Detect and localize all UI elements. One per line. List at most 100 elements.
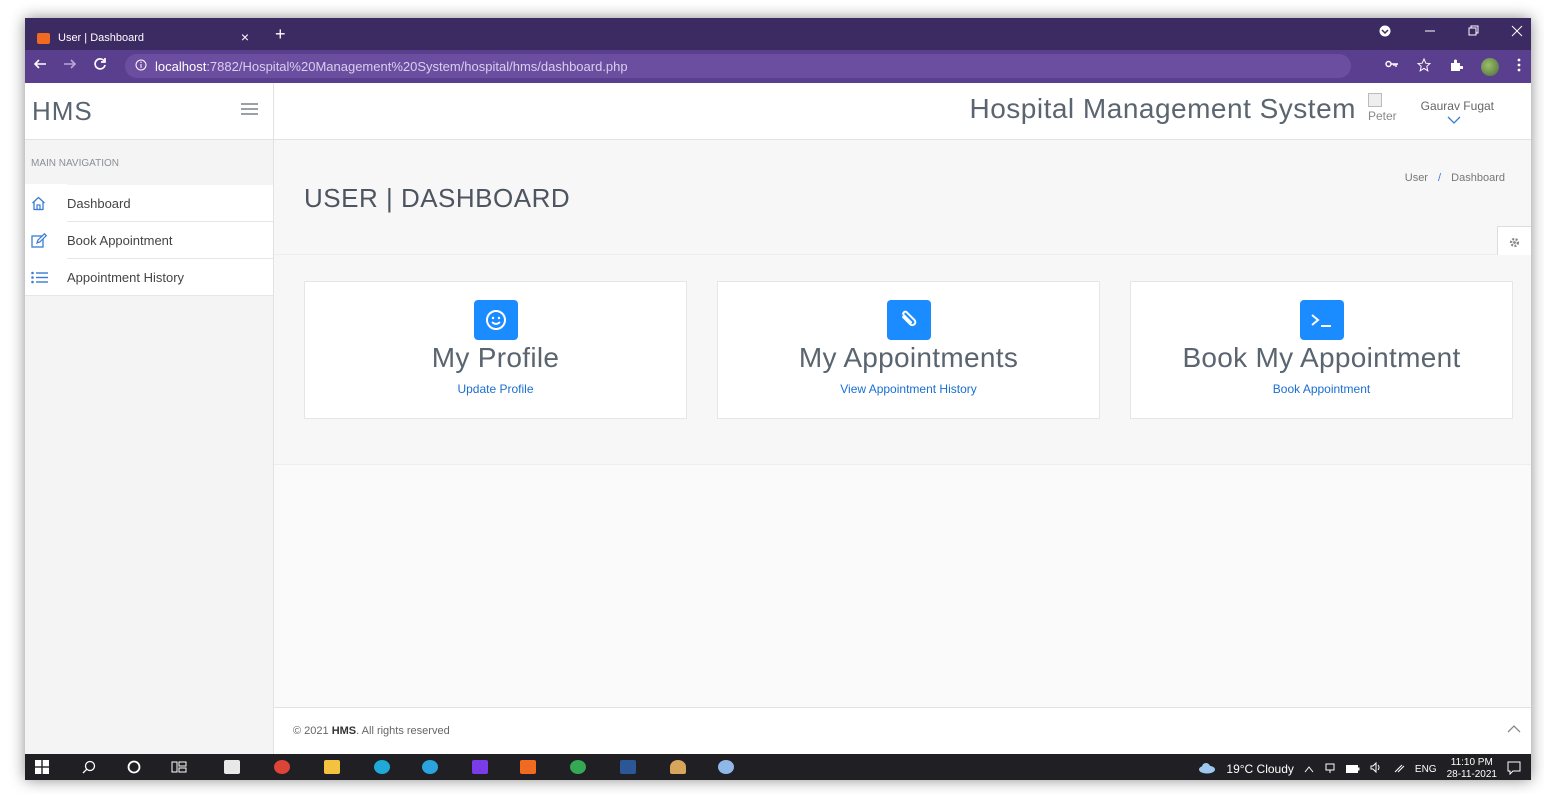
smile-icon xyxy=(473,300,518,340)
nav-heading: MAIN NAVIGATION xyxy=(31,158,119,169)
breadcrumb-user[interactable]: User xyxy=(1405,172,1428,184)
breadcrumb-dashboard: Dashboard xyxy=(1451,172,1505,184)
taskbar: 19°C Cloudy ENG 11:10 PM 28-11-2021 xyxy=(25,754,1531,780)
copyright-brand: HMS xyxy=(331,725,357,737)
user-avatar[interactable]: Peter xyxy=(1368,93,1406,131)
list-icon xyxy=(25,271,67,284)
top-header: Hospital Management System Peter Gaurav … xyxy=(274,83,1531,140)
weather-cloud-icon[interactable] xyxy=(1198,762,1216,777)
edit-icon xyxy=(25,232,67,248)
copyright-text: © 2021 HMS. All rights reserved xyxy=(293,725,450,737)
sidebar-item-label: Dashboard xyxy=(67,195,131,211)
main-navigation: Dashboard Book Appointment Appointment H… xyxy=(25,184,273,296)
search-icon[interactable] xyxy=(80,758,98,776)
restore-icon[interactable] xyxy=(1467,24,1479,40)
back-icon[interactable] xyxy=(33,57,47,75)
url-input[interactable]: localhost:7882/Hospital%20Management%20S… xyxy=(125,54,1351,78)
copyright-prefix: © 2021 xyxy=(293,725,332,737)
weather-text[interactable]: 19°C Cloudy xyxy=(1226,762,1294,776)
browser-tab[interactable]: User | Dashboard × xyxy=(25,26,259,50)
card-book-my-appointment: Book My Appointment Book Appointment xyxy=(1130,281,1513,419)
chrome-profile-app-icon[interactable] xyxy=(569,758,587,776)
copyright-suffix: . All rights reserved xyxy=(356,725,450,737)
gear-icon xyxy=(1508,236,1521,252)
cortana-icon[interactable] xyxy=(125,758,143,776)
site-info-icon[interactable] xyxy=(135,59,147,74)
sidebar: HMS MAIN NAVIGATION Dashboard Book Appoi… xyxy=(25,83,274,754)
hamburger-menu-icon[interactable] xyxy=(241,103,258,117)
address-bar-actions xyxy=(1385,57,1521,76)
page-title: USER | DASHBOARD xyxy=(304,183,571,213)
forward-icon[interactable] xyxy=(63,57,77,75)
update-profile-link[interactable]: Update Profile xyxy=(457,382,533,396)
browser-tabbar: User | Dashboard × + xyxy=(25,18,1531,50)
xampp-app-icon[interactable] xyxy=(519,758,537,776)
minimize-icon[interactable] xyxy=(1424,24,1436,40)
broken-image-icon xyxy=(1368,93,1382,107)
card-title: Book My Appointment xyxy=(1182,342,1461,373)
brand-bar: HMS xyxy=(25,83,273,140)
extensions-icon[interactable] xyxy=(1449,58,1464,76)
system-tray: 19°C Cloudy ENG 11:10 PM 28-11-2021 xyxy=(1198,757,1521,780)
window-close-icon[interactable] xyxy=(1511,24,1523,40)
profile-dot-icon[interactable] xyxy=(1379,24,1391,40)
card-my-profile: My Profile Update Profile xyxy=(304,281,687,419)
word-app-icon[interactable] xyxy=(619,758,637,776)
chevron-down-icon[interactable] xyxy=(1447,113,1461,127)
main-content: USER | DASHBOARD User / Dashboard My Pro xyxy=(274,140,1531,754)
sidebar-item-label: Appointment History xyxy=(67,269,185,285)
browser-profile-avatar[interactable] xyxy=(1481,58,1499,76)
bookmark-star-icon[interactable] xyxy=(1416,57,1432,76)
user-name[interactable]: Gaurav Fugat xyxy=(1421,99,1494,113)
card-title: My Profile xyxy=(431,342,560,373)
browser-menu-icon[interactable] xyxy=(1517,58,1521,76)
chrome-app-icon[interactable] xyxy=(273,758,291,776)
sidebar-item-book-appointment[interactable]: Book Appointment xyxy=(25,221,273,259)
app-title: Hospital Management System xyxy=(969,93,1356,124)
screen: User | Dashboard × + localhost:7882/Hos… xyxy=(25,18,1531,780)
scroll-to-top-icon[interactable] xyxy=(1507,720,1521,736)
sidebar-item-dashboard[interactable]: Dashboard xyxy=(25,184,273,222)
breadcrumb: User / Dashboard xyxy=(1405,172,1505,184)
url-path: :7882/Hospital%20Management%20System/hos… xyxy=(206,58,628,74)
sidebar-item-label: Book Appointment xyxy=(67,232,173,248)
phpstorm-app-icon[interactable] xyxy=(471,758,489,776)
pen-icon[interactable] xyxy=(1393,762,1405,777)
url-host: localhost xyxy=(155,58,207,74)
network-icon[interactable] xyxy=(1324,762,1336,777)
clock[interactable]: 11:10 PM 28-11-2021 xyxy=(1447,757,1497,780)
paperclip-icon xyxy=(886,300,931,340)
telegram-app-icon[interactable] xyxy=(421,758,439,776)
battery-icon[interactable] xyxy=(1345,762,1360,776)
task-view-icon[interactable] xyxy=(170,758,188,776)
clock-time: 11:10 PM xyxy=(1450,757,1493,768)
user-app-icon[interactable] xyxy=(669,758,687,776)
browser-tab-title: User | Dashboard xyxy=(58,32,145,44)
new-tab-icon[interactable]: + xyxy=(275,24,286,45)
clock-date: 28-11-2021 xyxy=(1446,769,1497,780)
volume-icon[interactable] xyxy=(1370,761,1383,776)
terminal-icon xyxy=(1299,300,1344,340)
brand-logo[interactable]: HMS xyxy=(32,96,93,127)
home-icon xyxy=(25,196,67,211)
key-icon[interactable] xyxy=(1385,58,1399,76)
file-explorer-icon[interactable] xyxy=(323,758,341,776)
footer: © 2021 HMS. All rights reserved xyxy=(274,707,1531,754)
notification-icon[interactable] xyxy=(1507,761,1521,778)
tab-close-icon[interactable]: × xyxy=(241,29,249,45)
windows-start-icon[interactable] xyxy=(33,758,51,776)
language-indicator[interactable]: ENG xyxy=(1415,764,1437,775)
book-appointment-link[interactable]: Book Appointment xyxy=(1273,382,1370,396)
app: HMS MAIN NAVIGATION Dashboard Book Appoi… xyxy=(25,83,1531,754)
address-bar: localhost:7882/Hospital%20Management%20S… xyxy=(25,50,1531,83)
calculator-app-icon[interactable] xyxy=(223,758,241,776)
page-header: USER | DASHBOARD User / Dashboard xyxy=(274,140,1531,255)
tray-chevron-up-icon[interactable] xyxy=(1304,762,1314,776)
edge-app-icon[interactable] xyxy=(373,758,391,776)
reload-icon[interactable] xyxy=(93,57,107,75)
xampp-favicon-icon xyxy=(37,32,50,44)
sidebar-item-appointment-history[interactable]: Appointment History xyxy=(25,258,273,296)
view-appointment-history-link[interactable]: View Appointment History xyxy=(840,382,977,396)
card-title: My Appointments xyxy=(798,342,1019,373)
paint-app-icon[interactable] xyxy=(717,758,735,776)
